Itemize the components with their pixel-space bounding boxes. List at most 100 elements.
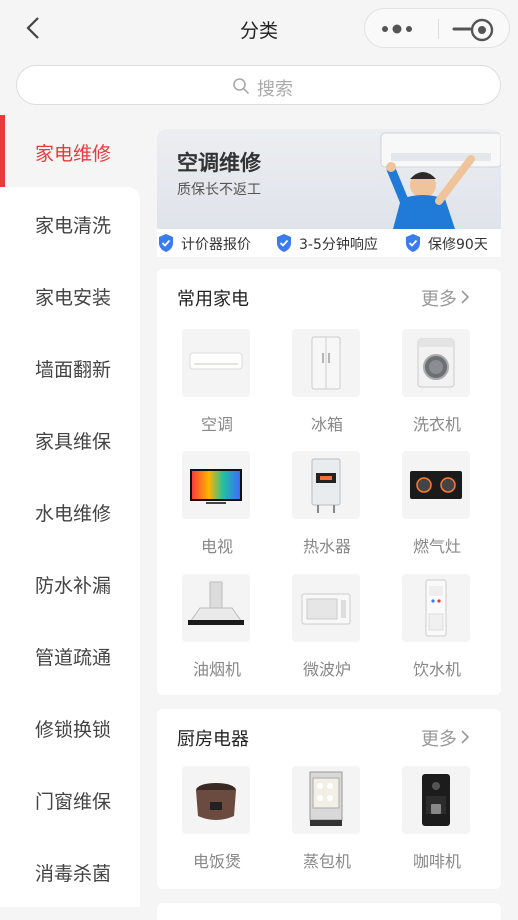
sidebar-item-wall-renovation[interactable]: 墙面翻新: [0, 331, 140, 403]
shield-check-icon: [277, 234, 291, 252]
sidebar-item-label: 门窗维保: [35, 791, 112, 813]
next-section-card: [157, 903, 501, 920]
category-sidebar: 家电维修 家电清洗 家电安装 墙面翻新 家具维保 水电维修 防水补漏 管道疏通 …: [0, 115, 140, 920]
washing-machine-icon: [417, 338, 455, 388]
product-name: 电视: [200, 537, 233, 556]
sidebar-item-plumbing-electric[interactable]: 水电维修: [0, 475, 140, 547]
product-name: 蒸包机: [302, 852, 351, 871]
sidebar-item-label: 管道疏通: [35, 647, 112, 669]
product-item-refrigerator[interactable]: 冰箱: [272, 329, 382, 439]
bun-steamer-icon: [309, 771, 343, 826]
more-link[interactable]: 更多: [421, 725, 457, 751]
product-item-water-heater[interactable]: 热水器: [272, 451, 382, 561]
product-thumbnail: [292, 766, 360, 834]
product-item-gas-stove[interactable]: 燃气灶: [382, 451, 492, 561]
shield-check-icon: [159, 234, 173, 252]
product-thumbnail: [292, 329, 360, 397]
category-content: 空调维修 质保长不返工 计价器报价 3-5分钟响应 保修90天 常用家电 更多 …: [140, 115, 518, 920]
water-heater-icon: [311, 458, 341, 513]
product-name: 咖啡机: [412, 852, 461, 871]
search-icon: [233, 78, 249, 94]
section-kitchen-appliances: 厨房电器 更多 电饭煲 蒸包机 咖啡机: [157, 709, 501, 889]
service-guarantees: 计价器报价 3-5分钟响应 保修90天: [157, 229, 501, 257]
product-thumbnail: [182, 451, 250, 519]
shield-check-icon: [406, 234, 420, 252]
chevron-right-icon[interactable]: [459, 729, 471, 745]
microwave-icon: [301, 593, 351, 625]
back-icon[interactable]: [20, 14, 48, 42]
sidebar-item-furniture-care[interactable]: 家具维保: [0, 403, 140, 475]
guarantee-text: 3-5分钟响应: [299, 237, 378, 253]
sidebar-item-label: 家具维保: [35, 431, 112, 453]
sidebar-item-label: 家电安装: [35, 287, 112, 309]
product-name: 冰箱: [310, 415, 343, 434]
more-link[interactable]: 更多: [421, 285, 457, 311]
water-dispenser-icon: [425, 579, 447, 637]
section-common-appliances: 常用家电 更多 空调 冰箱 洗衣机 电视 热水器 燃气灶 油烟机 微波炉 饮水机: [157, 269, 501, 695]
sidebar-item-door-window[interactable]: 门窗维保: [0, 763, 140, 835]
product-thumbnail: [182, 329, 250, 397]
capsule-divider: [438, 19, 439, 39]
more-options-icon[interactable]: [379, 22, 419, 36]
rice-cooker-icon: [196, 783, 236, 820]
sidebar-item-label: 水电维修: [35, 503, 112, 525]
gas-stove-icon: [410, 471, 462, 499]
section-title: 厨房电器: [177, 729, 249, 750]
range-hood-icon: [188, 581, 244, 625]
product-thumbnail: [402, 574, 470, 642]
mini-program-capsule: [364, 8, 510, 48]
chevron-right-icon[interactable]: [459, 289, 471, 305]
technician-illustration: [380, 132, 501, 229]
product-item-coffee-machine[interactable]: 咖啡机: [382, 766, 492, 876]
sidebar-item-waterproofing[interactable]: 防水补漏: [0, 547, 140, 619]
sidebar-item-appliance-install[interactable]: 家电安装: [0, 259, 140, 331]
product-thumbnail: [292, 451, 360, 519]
sidebar-item-label: 家电维修: [35, 143, 112, 165]
product-name: 空调: [200, 415, 233, 434]
sidebar-item-label: 墙面翻新: [35, 359, 112, 381]
product-name: 热水器: [302, 537, 351, 556]
product-item-bun-steamer[interactable]: 蒸包机: [272, 766, 382, 876]
product-thumbnail: [402, 329, 470, 397]
product-name: 洗衣机: [412, 415, 461, 434]
sidebar-item-label: 消毒杀菌: [35, 863, 112, 885]
sidebar-item-label: 防水补漏: [35, 575, 112, 597]
tv-icon: [190, 469, 242, 504]
product-thumbnail: [292, 574, 360, 642]
sidebar-item-label: 家电清洗: [35, 215, 112, 237]
search-bar: 搜索: [0, 56, 518, 114]
section-title: 常用家电: [177, 289, 249, 310]
sidebar-item-appliance-cleaning[interactable]: 家电清洗: [0, 187, 140, 259]
product-thumbnail: [402, 766, 470, 834]
product-item-rice-cooker[interactable]: 电饭煲: [162, 766, 272, 876]
refrigerator-icon: [311, 336, 341, 390]
product-name: 饮水机: [412, 660, 461, 679]
product-thumbnail: [182, 574, 250, 642]
guarantee-text: 保修90天: [428, 237, 488, 253]
product-item-water-dispenser[interactable]: 饮水机: [382, 574, 492, 684]
product-item-air-conditioner[interactable]: 空调: [162, 329, 272, 439]
search-placeholder: 搜索: [257, 79, 293, 100]
product-item-tv[interactable]: 电视: [162, 451, 272, 561]
air-conditioner-icon: [189, 352, 243, 370]
banner-title: 空调维修: [177, 151, 261, 175]
sidebar-item-pipe-unclog[interactable]: 管道疏通: [0, 619, 140, 691]
product-item-microwave[interactable]: 微波炉: [272, 574, 382, 684]
product-thumbnail: [182, 766, 250, 834]
sidebar-item-appliance-repair[interactable]: 家电维修: [0, 115, 140, 187]
product-name: 电饭煲: [192, 852, 241, 871]
search-input[interactable]: 搜索: [16, 65, 501, 105]
sidebar-item-disinfection[interactable]: 消毒杀菌: [0, 835, 140, 907]
product-name: 油烟机: [192, 660, 241, 679]
promo-banner[interactable]: 空调维修 质保长不返工 计价器报价 3-5分钟响应 保修90天: [157, 129, 501, 271]
product-thumbnail: [402, 451, 470, 519]
close-target-icon[interactable]: [469, 17, 495, 43]
active-indicator: [0, 115, 5, 187]
guarantee-text: 计价器报价: [181, 237, 251, 253]
nav-bar: 分类: [0, 0, 518, 56]
sidebar-item-label: 修锁换锁: [35, 719, 112, 741]
coffee-machine-icon: [422, 774, 450, 826]
sidebar-item-lock-repair[interactable]: 修锁换锁: [0, 691, 140, 763]
product-item-washing-machine[interactable]: 洗衣机: [382, 329, 492, 439]
product-item-range-hood[interactable]: 油烟机: [162, 574, 272, 684]
